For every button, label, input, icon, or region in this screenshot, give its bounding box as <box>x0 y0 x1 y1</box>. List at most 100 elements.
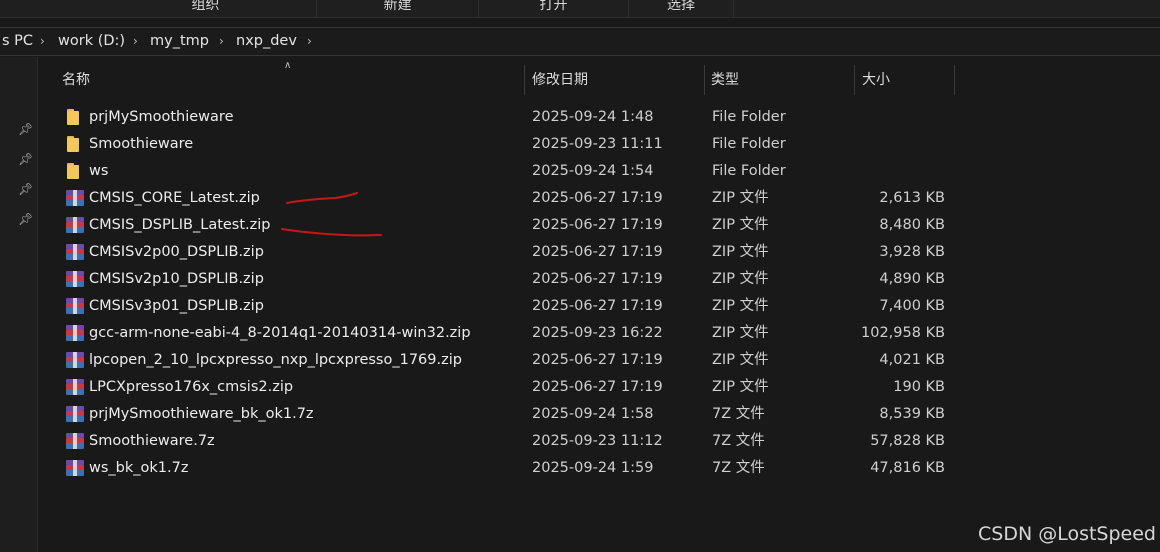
file-row[interactable]: CMSISv2p00_DSPLIB.zip 2025-06-27 17:19 ZIP… <box>61 239 1011 266</box>
file-type: ZIP 文件 <box>712 352 769 368</box>
file-name: gcc-arm-none-eabi-4_8-2014q1-20140314-wi… <box>89 325 471 341</box>
breadcrumb-work-drive[interactable]: work (D:) <box>58 28 125 55</box>
file-row[interactable]: Smoothieware.7z 2025-09-23 11:12 7Z 文件 57,8… <box>61 428 1011 455</box>
file-type: ZIP 文件 <box>712 325 769 341</box>
column-divider[interactable] <box>954 65 955 95</box>
file-name: CMSISv3p01_DSPLIB.zip <box>89 298 264 314</box>
file-size: 57,828 KB <box>870 433 945 449</box>
archive-icon <box>65 298 84 314</box>
ribbon-group-open-label: 打开 <box>539 0 568 13</box>
watermark: CSDN @LostSpeed <box>978 523 1156 545</box>
pin-icon[interactable]: 📌︎ <box>18 152 33 166</box>
file-modified-date: 2025-09-24 1:54 <box>532 163 654 179</box>
file-modified-date: 2025-09-23 11:12 <box>532 433 663 449</box>
ribbon-group-select-label: 选择 <box>667 0 695 13</box>
file-name: CMSISv2p10_DSPLIB.zip <box>89 271 264 287</box>
pin-icon[interactable]: 📌︎ <box>18 122 33 136</box>
archive-icon <box>65 433 84 449</box>
breadcrumb-chevron-icon[interactable]: › <box>133 28 138 55</box>
ribbon-group-new-label: 新建 <box>383 0 412 13</box>
file-name: CMSISv2p00_DSPLIB.zip <box>89 244 264 260</box>
file-row[interactable]: ws 2025-09-24 1:54 File Folder <box>61 158 1011 185</box>
pin-icon[interactable]: 📌︎ <box>18 212 33 226</box>
column-header-date[interactable]: 修改日期 <box>524 65 704 95</box>
file-modified-date: 2025-06-27 17:19 <box>532 217 663 233</box>
file-row[interactable]: CMSISv3p01_DSPLIB.zip 2025-06-27 17:19 ZIP… <box>61 293 1011 320</box>
file-row[interactable]: gcc-arm-none-eabi-4_8-2014q1-20140314-wi… <box>61 320 1011 347</box>
ribbon-group-organize-label: 组织 <box>191 0 220 13</box>
archive-icon <box>65 217 84 233</box>
file-type: File Folder <box>712 163 786 179</box>
file-modified-date: 2025-09-24 1:48 <box>532 109 654 125</box>
breadcrumb-my-tmp[interactable]: my_tmp <box>150 28 209 55</box>
breadcrumb-chevron-icon[interactable]: › <box>40 28 45 55</box>
column-header-size[interactable]: 大小 <box>854 65 954 95</box>
column-header-name[interactable]: 名称 <box>54 65 524 95</box>
file-name: ws_bk_ok1.7z <box>89 460 189 476</box>
file-name: prjMySmoothieware <box>89 109 234 125</box>
file-modified-date: 2025-09-24 1:59 <box>532 460 654 476</box>
file-modified-date: 2025-06-27 17:19 <box>532 271 663 287</box>
archive-icon <box>65 406 84 422</box>
file-type: ZIP 文件 <box>712 298 769 314</box>
file-row[interactable]: ws_bk_ok1.7z 2025-09-24 1:59 7Z 文件 47,816 K… <box>61 455 1011 482</box>
file-row[interactable]: prjMySmoothieware_bk_ok1.7z 2025-09-24 1:… <box>61 401 1011 428</box>
file-modified-date: 2025-06-27 17:19 <box>532 190 663 206</box>
address-bar[interactable]: s PC › work (D:) › my_tmp › nxp_dev › <box>0 27 1160 56</box>
file-row[interactable]: lpcopen_2_10_lpcxpresso_nxp_lpcxpresso_1… <box>61 347 1011 374</box>
file-explorer-window: 组织 新建 打开 选择 s PC › work (D:) › my_tmp › … <box>0 0 1160 552</box>
file-size: 8,539 KB <box>879 406 945 422</box>
file-name: ws <box>89 163 109 179</box>
archive-icon <box>65 244 84 260</box>
ribbon-group-open: 打开 <box>479 0 629 18</box>
file-row[interactable]: CMSIS_DSPLIB_Latest.zip 2025-06-27 17:19 Z… <box>61 212 1011 239</box>
ribbon-group-select: 选择 <box>629 0 734 18</box>
file-type: ZIP 文件 <box>712 379 769 395</box>
file-name: prjMySmoothieware_bk_ok1.7z <box>89 406 314 422</box>
pin-icon[interactable]: 📌︎ <box>18 182 33 196</box>
file-modified-date: 2025-06-27 17:19 <box>532 379 663 395</box>
file-type: ZIP 文件 <box>712 271 769 287</box>
file-row[interactable]: CMSIS_CORE_Latest.zip 2025-06-27 17:19 ZIP… <box>61 185 1011 212</box>
breadcrumb-this-pc[interactable]: s PC <box>2 28 33 55</box>
archive-icon <box>65 352 84 368</box>
file-name: Smoothieware <box>89 136 194 152</box>
archive-icon <box>65 271 84 287</box>
ribbon-group-labels: 组织 新建 打开 选择 <box>0 0 1160 18</box>
folder-icon <box>65 136 83 152</box>
file-size <box>861 131 945 158</box>
file-type: ZIP 文件 <box>712 217 769 233</box>
file-type: ZIP 文件 <box>712 190 769 206</box>
navigation-pane: 📌︎ 📌︎ 📌︎ 📌︎ <box>0 57 38 552</box>
file-size: 190 KB <box>893 379 945 395</box>
file-size <box>861 104 945 131</box>
file-type: File Folder <box>712 136 786 152</box>
file-modified-date: 2025-09-24 1:58 <box>532 406 654 422</box>
archive-icon <box>65 460 84 476</box>
ribbon-group-new: 新建 <box>317 0 479 18</box>
column-header-type[interactable]: 类型 <box>703 65 854 95</box>
file-type: 7Z 文件 <box>712 406 765 422</box>
file-list: ∧ 名称 修改日期 类型 大小 prjMySmoothieware 2025-09… <box>39 57 1160 552</box>
file-name: CMSIS_DSPLIB_Latest.zip <box>89 217 271 233</box>
file-row[interactable]: CMSISv2p10_DSPLIB.zip 2025-06-27 17:19 ZIP… <box>61 266 1011 293</box>
file-name: lpcopen_2_10_lpcxpresso_nxp_lpcxpresso_1… <box>89 352 462 368</box>
file-size: 7,400 KB <box>879 298 945 314</box>
file-type: 7Z 文件 <box>712 433 765 449</box>
file-type: File Folder <box>712 109 786 125</box>
breadcrumb-chevron-icon[interactable]: › <box>307 28 312 55</box>
archive-icon <box>65 190 84 206</box>
file-type: 7Z 文件 <box>712 460 765 476</box>
breadcrumb-nxp-dev[interactable]: nxp_dev <box>236 28 297 55</box>
file-type: ZIP 文件 <box>712 244 769 260</box>
file-name: CMSIS_CORE_Latest.zip <box>89 190 260 206</box>
file-modified-date: 2025-06-27 17:19 <box>532 298 663 314</box>
file-size: 102,958 KB <box>861 325 946 341</box>
file-modified-date: 2025-06-27 17:19 <box>532 352 663 368</box>
file-size <box>861 158 945 185</box>
file-row[interactable]: prjMySmoothieware 2025-09-24 1:48 File Fol… <box>61 104 1011 131</box>
file-row[interactable]: Smoothieware 2025-09-23 11:11 File Folder <box>61 131 1011 158</box>
file-row[interactable]: LPCXpresso176x_cmsis2.zip 2025-06-27 17:1… <box>61 374 1011 401</box>
file-size: 4,890 KB <box>879 271 945 287</box>
breadcrumb-chevron-icon[interactable]: › <box>219 28 224 55</box>
